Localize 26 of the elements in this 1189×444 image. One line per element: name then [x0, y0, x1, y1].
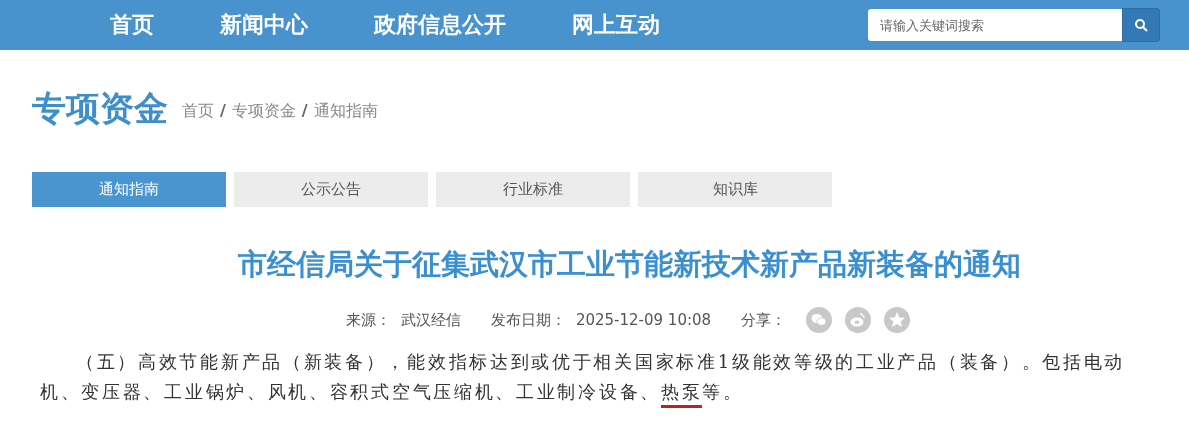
nav-link[interactable]: 网上互动	[572, 10, 660, 40]
nav-link[interactable]: 新闻中心	[220, 10, 308, 40]
breadcrumb-separator: /	[301, 101, 308, 122]
source-label: 来源：	[345, 310, 391, 330]
publish-date: 2025-12-09 10:08	[575, 311, 712, 329]
tab[interactable]: 公示公告	[234, 172, 428, 207]
source-value: 武汉经信	[400, 310, 461, 330]
nav-link[interactable]: 政府信息公开	[374, 10, 506, 40]
tab[interactable]: 知识库	[638, 172, 832, 207]
share-label: 分享：	[741, 310, 787, 330]
article-paragraph: （五）高效节能新产品（新装备），能效指标达到或优于相关国家标准1级能效等级的工业产品（装备）。包括电动机、变压器、工业锅炉、风机、容积式空气压缩机、工业制冷设备、热泵 等。	[40, 347, 1155, 407]
wechat-icon[interactable]	[806, 307, 833, 333]
date-label: 发布日期：	[490, 310, 566, 330]
section-title: 专项资金	[32, 87, 168, 130]
breadcrumb-link[interactable]: 首页	[182, 101, 214, 122]
breadcrumb-separator: /	[220, 101, 226, 122]
weibo-icon[interactable]	[845, 307, 872, 333]
tab[interactable]: 通知指南	[32, 172, 226, 207]
search-field[interactable]: 请输入关键词搜索	[868, 9, 1122, 41]
breadcrumb-link[interactable]: 专项资金	[231, 101, 296, 122]
article-title: 市经信局关于征集武汉市工业节能新技术新产品新装备的通知	[237, 246, 1022, 283]
search-button[interactable]	[1122, 8, 1160, 42]
tab[interactable]: 行业标准	[436, 172, 630, 207]
breadcrumb-link[interactable]: 通知指南	[313, 101, 378, 122]
search-icon	[1134, 18, 1148, 32]
nav-link[interactable]: 首页	[110, 10, 154, 40]
